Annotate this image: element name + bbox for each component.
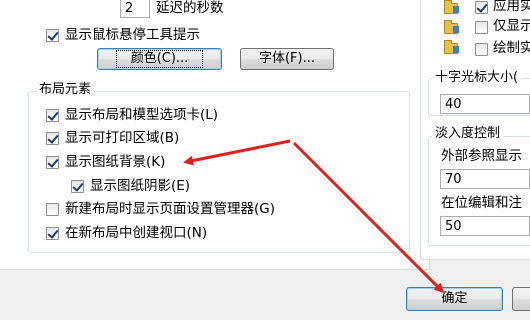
- show-only-checkbox[interactable]: [475, 21, 488, 34]
- folder-icon: [444, 20, 459, 34]
- folder-icon: [444, 0, 459, 14]
- show-tooltip-label: 显示鼠标悬停工具提示: [65, 27, 200, 43]
- show-layout-tabs-label: 显示布局和模型选项卡(L): [65, 107, 219, 123]
- crosshair-size-legend: 十字光标大小(: [432, 70, 522, 86]
- apply-solid-checkbox[interactable]: [475, 1, 488, 14]
- draw-solid-label: 绘制实: [493, 40, 530, 56]
- tooltip-delay-input[interactable]: 2: [120, 0, 150, 18]
- folder-icon: [444, 40, 459, 54]
- tooltip-delay-label: 延迟的秒数: [156, 0, 224, 16]
- show-page-setup-manager-label: 新建布局时显示页面设置管理器(G): [65, 201, 275, 217]
- font-button[interactable]: 字体(F)...: [240, 48, 334, 70]
- show-page-setup-manager-checkbox[interactable]: [46, 203, 59, 216]
- show-layout-tabs-checkbox[interactable]: [46, 109, 59, 122]
- show-printable-area-label: 显示可打印区域(B): [65, 130, 180, 146]
- show-printable-area-checkbox[interactable]: [46, 132, 59, 145]
- create-viewport-label: 在新布局中创建视口(N): [65, 225, 208, 241]
- show-tooltip-checkbox[interactable]: [46, 29, 59, 42]
- layout-elements-legend: 布局元素: [36, 82, 95, 98]
- show-paper-background-checkbox[interactable]: [46, 156, 59, 169]
- show-only-label: 仅显示: [493, 18, 530, 34]
- xref-display-label: 外部参照显示: [441, 148, 522, 164]
- draw-solid-checkbox[interactable]: [475, 43, 488, 56]
- inplace-edit-label: 在位编辑和注: [441, 195, 522, 211]
- color-button[interactable]: 颜色(C)...: [97, 48, 222, 70]
- show-paper-shadow-checkbox[interactable]: [71, 180, 84, 193]
- fade-control-legend: 淡入度控制: [432, 126, 504, 142]
- crosshair-size-input[interactable]: 40: [440, 94, 530, 114]
- ok-button[interactable]: 确定: [406, 287, 503, 311]
- create-viewport-checkbox[interactable]: [46, 227, 59, 240]
- xref-display-input[interactable]: 70: [440, 169, 530, 189]
- cancel-button[interactable]: [512, 287, 530, 311]
- apply-solid-label: 应用实: [493, 0, 530, 14]
- show-paper-background-label: 显示图纸背景(K): [65, 154, 166, 170]
- inplace-edit-input[interactable]: 50: [440, 216, 530, 236]
- show-paper-shadow-label: 显示图纸阴影(E): [90, 178, 191, 194]
